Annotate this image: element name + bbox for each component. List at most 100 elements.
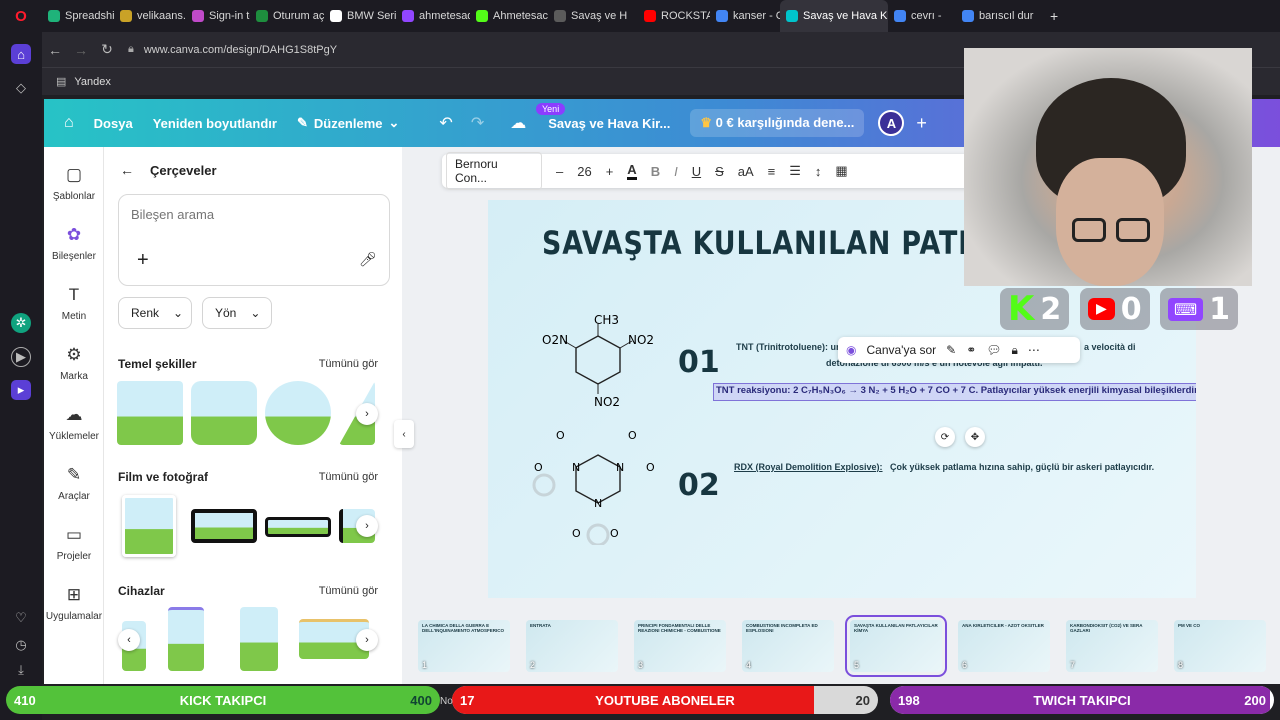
nav-item[interactable]: ⊞ Uygulamalar: [44, 585, 104, 622]
ask-canva-button[interactable]: Canva'ya sor: [866, 343, 936, 357]
page-thumbnail[interactable]: KARBONDIOKSIT (CO2) VE SERA GAZLARI 7: [1066, 620, 1158, 672]
bold-icon[interactable]: B: [651, 164, 660, 179]
browser-tab[interactable]: velikaans.c: [114, 0, 186, 32]
magic-write-icon[interactable]: ✎: [946, 343, 956, 357]
url-field[interactable]: www.canva.com/design/DAHG1S8tPgY: [144, 44, 337, 56]
phone-frame[interactable]: [168, 607, 204, 671]
page-thumbnail[interactable]: PRINCIPI FONDAMENTALI DELLE REAZIONI CHI…: [634, 620, 726, 672]
back-arrow-icon[interactable]: ←: [120, 162, 134, 178]
cloud-saved-icon[interactable]: ☁: [510, 113, 526, 133]
page-thumbnail[interactable]: PM VE CO 8: [1174, 620, 1266, 672]
move-icon[interactable]: ✥: [965, 427, 985, 447]
nav-item[interactable]: ▢ Şablonlar: [44, 165, 104, 202]
item-text-tail[interactable]: a velocità di: [1084, 342, 1136, 352]
page-thumbnail[interactable]: ENTRATA 2: [526, 620, 618, 672]
comment-icon[interactable]: 💬︎: [986, 343, 1001, 357]
browser-tab[interactable]: Spreadshir: [42, 0, 114, 32]
browser-tab[interactable]: ahmetesad: [396, 0, 470, 32]
square-frame[interactable]: [117, 381, 183, 445]
nav-item[interactable]: ☁ Yüklemeler: [44, 405, 104, 442]
circle-frame[interactable]: [265, 381, 331, 445]
see-all-link[interactable]: Tümünü gör: [319, 358, 378, 370]
font-family-select[interactable]: Bernoru Con...: [446, 152, 542, 190]
page-thumbnail[interactable]: COMBUSTIONE INCOMPLETA ED ESPLOSIONI 4: [742, 620, 834, 672]
chevron-left-icon[interactable]: ‹: [118, 629, 140, 651]
home-icon[interactable]: ⌂: [11, 44, 31, 64]
edit-menu[interactable]: ✎ Düzenleme ⌄: [297, 115, 399, 131]
browser-tab[interactable]: BMW Serie: [324, 0, 396, 32]
chevron-right-icon[interactable]: ›: [356, 403, 378, 425]
page-thumbnail[interactable]: LA CHIMICA DELLA GUERRA E DELL'INQUINAME…: [418, 620, 510, 672]
lock-icon[interactable]: 🔒︎: [1012, 343, 1018, 358]
direction-filter[interactable]: Yön ⌄: [202, 297, 272, 329]
add-collaborator-icon[interactable]: +: [916, 113, 927, 134]
browser-tab[interactable]: ROCKSTAR: [638, 0, 710, 32]
browser-tab[interactable]: Savaş ve Hava Kirli: [780, 0, 888, 32]
color-filter[interactable]: Renk ⌄: [118, 297, 192, 329]
chatgpt-icon[interactable]: ✲: [11, 313, 31, 333]
browser-tab[interactable]: Oturum aç: [250, 0, 324, 32]
reload-icon[interactable]: ↻: [94, 41, 120, 58]
search-input[interactable]: [131, 207, 351, 222]
nav-item[interactable]: ✿ Bileşenler: [44, 225, 104, 262]
resize-button[interactable]: Yeniden boyutlandır: [153, 116, 277, 131]
transparency-icon[interactable]: ▦: [835, 163, 847, 179]
plus-icon[interactable]: +: [137, 249, 149, 272]
new-tab-icon[interactable]: +: [1050, 8, 1058, 24]
bookmark-yandex[interactable]: Yandex: [74, 76, 111, 88]
undo-icon[interactable]: ↶: [439, 113, 452, 133]
microphone-icon[interactable]: 🎤︎: [359, 251, 377, 268]
italic-icon[interactable]: I: [674, 164, 678, 179]
film-wide-frame[interactable]: [265, 517, 331, 537]
forward-icon[interactable]: →: [68, 42, 94, 58]
decrease-size-button[interactable]: –: [556, 164, 563, 179]
redo-icon[interactable]: ↷: [471, 113, 484, 133]
history-icon[interactable]: ◷: [11, 635, 31, 655]
chevron-right-icon[interactable]: ›: [356, 629, 378, 651]
increase-size-button[interactable]: +: [606, 164, 614, 179]
link-icon[interactable]: ⚭: [966, 343, 976, 357]
list-icon[interactable]: ☰: [789, 163, 801, 179]
back-icon[interactable]: ←: [42, 42, 68, 58]
collapse-panel-button[interactable]: ‹: [394, 420, 414, 448]
trial-button[interactable]: ♛ 0 € karşılığında dene...: [690, 109, 865, 137]
browser-tab[interactable]: barıscıl dur: [956, 0, 1036, 32]
browser-tab[interactable]: Ahmetesac: [470, 0, 548, 32]
see-all-link[interactable]: Tümünü gör: [319, 471, 378, 483]
nav-item[interactable]: T Metin: [44, 285, 104, 322]
nav-item[interactable]: ✎ Araçlar: [44, 465, 104, 502]
download-icon[interactable]: ⤓: [11, 660, 31, 680]
chevron-right-icon[interactable]: ›: [356, 515, 378, 537]
document-title[interactable]: Savaş ve Hava Kir...: [548, 116, 670, 131]
item-text[interactable]: TNT (Trinitrotoluene): un: [736, 342, 841, 352]
see-all-link[interactable]: Tümünü gör: [319, 585, 378, 597]
text-color-icon[interactable]: A: [627, 162, 637, 180]
item-label[interactable]: RDX (Royal Demolition Explosive):: [734, 462, 883, 472]
spacing-icon[interactable]: ↕: [815, 164, 822, 179]
polaroid-frame[interactable]: [122, 495, 176, 557]
item-text[interactable]: Çok yüksek patlama hızına sahip, güçlü b…: [890, 462, 1154, 472]
browser-tab[interactable]: cevrı -: [888, 0, 956, 32]
search-box[interactable]: + 🎤︎: [118, 194, 390, 286]
browser-tab[interactable]: kanser - Go: [710, 0, 780, 32]
page-thumbnail[interactable]: SAVAŞTA KULLANILAN PATLAYICILAR KİMYA 5: [845, 615, 947, 677]
more-icon[interactable]: ⋯: [1028, 343, 1040, 357]
heart-icon[interactable]: ♡: [11, 608, 31, 628]
rotate-icon[interactable]: ⟳: [935, 427, 955, 447]
rounded-frame[interactable]: [191, 381, 257, 445]
letter-case-icon[interactable]: aA: [738, 164, 754, 179]
page-thumbnail[interactable]: ANA KIRLETICILER - AZOT OKSITLER 6: [958, 620, 1050, 672]
browser-tab[interactable]: Sign-in to: [186, 0, 250, 32]
font-size-field[interactable]: 26: [577, 164, 591, 179]
align-icon[interactable]: ≡: [768, 164, 776, 179]
player-icon[interactable]: ▶: [11, 347, 31, 367]
tablet-frame[interactable]: [240, 607, 278, 671]
file-menu[interactable]: Dosya: [94, 116, 133, 131]
aria-icon[interactable]: ▸: [11, 380, 31, 400]
film-strip-frame[interactable]: [191, 509, 257, 543]
selected-text-box[interactable]: TNT reaksiyonu: 2 C₇H₅N₃O₆ → 3 N₂ + 5 H₂…: [713, 383, 1196, 401]
underline-icon[interactable]: U: [692, 164, 701, 179]
nav-item[interactable]: ▭ Projeler: [44, 525, 104, 562]
browser-tab[interactable]: Savaş ve H: [548, 0, 638, 32]
home-icon[interactable]: ⌂: [64, 114, 74, 132]
